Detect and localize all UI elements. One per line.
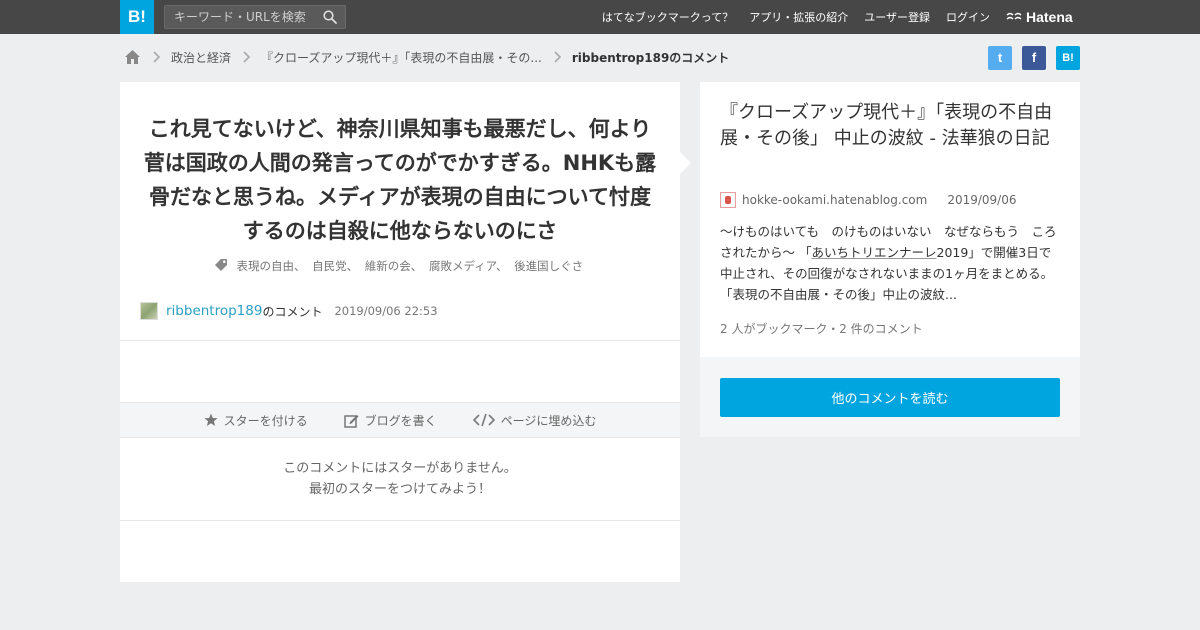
tag-item[interactable]: 後進国しぐさ <box>514 259 583 273</box>
divider <box>120 340 680 341</box>
author-suffix: のコメント <box>262 304 323 319</box>
breadcrumb: 政治と経済 『クローズアップ現代＋』「表現の不自由展・その... ribbent… <box>124 46 729 68</box>
read-other-comments-button[interactable]: 他のコメントを読む <box>720 378 1060 417</box>
tag-item[interactable]: 腐敗メディア、 <box>429 259 508 273</box>
no-star-line2: 最初のスターをつけてみよう！ <box>308 482 491 497</box>
tag-item[interactable]: 自民党、 <box>312 259 358 273</box>
chevron-right-icon <box>243 51 251 63</box>
entry-title-link[interactable]: 『クローズアップ現代＋』「表現の不自由展・その後」 中止の波紋 - 法華狼の日記 <box>720 100 1065 152</box>
card-pointer <box>680 152 691 174</box>
hatena-share-button[interactable]: B! <box>1056 46 1080 70</box>
write-blog-label: ブログを書く <box>364 413 437 428</box>
top-nav: はてなブックマークって？ アプリ・拡張の紹介 ユーザー登録 ログイン <box>602 0 990 34</box>
nav-login[interactable]: ログイン <box>946 9 990 25</box>
bookmark-counts[interactable]: 2 人がブックマーク・2 件のコメント <box>720 320 923 337</box>
comment-author: ribbentrop189 のコメント 2019/09/06 22:53 <box>140 301 438 321</box>
star-icon <box>204 413 218 426</box>
top-bar: B! はてなブックマークって？ アプリ・拡張の紹介 ユーザー登録 ログイン Ha… <box>0 0 1200 34</box>
search-input[interactable] <box>165 6 315 28</box>
entry-source: hokke-ookami.hatenablog.com 2019/09/06 <box>720 191 1017 209</box>
site-favicon-icon <box>720 192 736 208</box>
embed-button[interactable]: ページに埋め込む <box>472 412 597 429</box>
write-blog-button[interactable]: ブログを書く <box>343 412 437 429</box>
embed-label: ページに埋め込む <box>500 413 597 428</box>
facebook-share-button[interactable]: f <box>1022 46 1046 70</box>
author-name-link[interactable]: ribbentrop189 <box>166 303 262 319</box>
divider <box>120 520 680 521</box>
chevron-right-icon <box>554 51 562 63</box>
hatena-brand-text: Hatena <box>1026 9 1073 25</box>
search-box[interactable] <box>164 5 346 29</box>
tag-icon <box>214 259 227 271</box>
chevron-right-icon <box>153 51 161 63</box>
no-star-message: このコメントにはスターがありません。 最初のスターをつけてみよう！ <box>120 458 680 500</box>
home-icon[interactable] <box>124 49 141 65</box>
hatena-brand[interactable]: Hatena <box>1006 8 1073 26</box>
entry-card: 『クローズアップ現代＋』「表現の不自由展・その後」 中止の波紋 - 法華狼の日記… <box>700 82 1080 437</box>
comment-date: 2019/09/06 22:53 <box>334 304 438 318</box>
tag-item[interactable]: 表現の自由、 <box>236 259 305 273</box>
entry-date: 2019/09/06 <box>947 193 1017 207</box>
tag-list: 表現の自由、 自民党、 維新の会、 腐敗メディア、 後進国しぐさ <box>120 258 680 274</box>
hatena-bookmark-logo[interactable]: B! <box>120 0 154 34</box>
nav-register[interactable]: ユーザー登録 <box>864 9 930 25</box>
breadcrumb-category[interactable]: 政治と経済 <box>171 49 231 66</box>
comment-actions: スターを付ける ブログを書く ページに埋め込む <box>120 402 680 438</box>
nav-about[interactable]: はてなブックマークって？ <box>602 9 733 25</box>
comment-text: これ見てないけど、神奈川県知事も最悪だし、何より菅は国政の人間の発言ってのがでか… <box>143 117 657 243</box>
nav-apps[interactable]: アプリ・拡張の紹介 <box>749 9 848 25</box>
breadcrumb-entry[interactable]: 『クローズアップ現代＋』「表現の不自由展・その... <box>261 49 542 66</box>
summary-keyword-link[interactable]: あいちトリエンナーレ <box>811 245 936 260</box>
twitter-share-button[interactable]: t <box>988 46 1012 70</box>
entry-domain[interactable]: hokke-ookami.hatenablog.com <box>742 193 927 207</box>
add-star-button[interactable]: スターを付ける <box>204 412 308 429</box>
add-star-label: スターを付ける <box>223 413 308 428</box>
search-icon[interactable] <box>323 10 337 24</box>
edit-icon <box>343 414 359 428</box>
breadcrumb-current: ribbentrop189のコメント <box>571 50 730 65</box>
tag-item[interactable]: 維新の会、 <box>365 259 423 273</box>
avatar[interactable] <box>140 302 158 320</box>
entry-summary: ～けものはいても のけものはいない なぜならもう ころされたから～ 「あいちトリ… <box>720 221 1062 305</box>
code-icon <box>472 413 495 427</box>
hatena-icon <box>1006 12 1022 20</box>
comment-card: これ見てないけど、神奈川県知事も最悪だし、何より菅は国政の人間の発言ってのがでか… <box>120 82 680 582</box>
entry-summary-panel: 『クローズアップ現代＋』「表現の不自由展・その後」 中止の波紋 - 法華狼の日記… <box>700 82 1080 357</box>
no-star-line1: このコメントにはスターがありません。 <box>283 461 517 476</box>
